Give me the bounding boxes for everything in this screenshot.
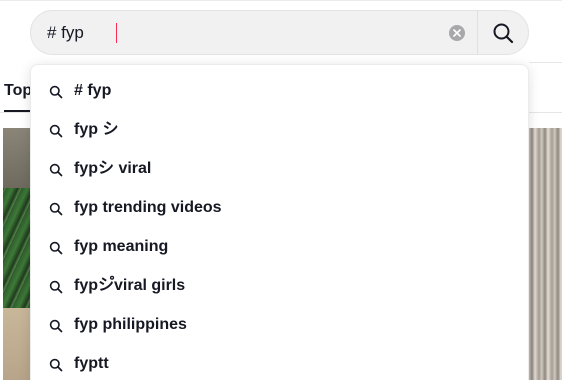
search-icon	[49, 124, 63, 138]
suggestion-label: fypシ゚viral girls	[74, 277, 186, 294]
clear-button[interactable]	[449, 25, 465, 41]
search-page: Top # fyp # fyp fyp シ fypシ viral fyp tre…	[0, 0, 562, 380]
header-divider	[529, 62, 562, 63]
suggestion-item[interactable]: # fyp	[31, 72, 528, 111]
search-button[interactable]	[478, 11, 529, 54]
search-icon	[493, 23, 514, 44]
search-suggestions-dropdown: # fyp fyp シ fypシ viral fyp trending vide…	[30, 64, 529, 380]
suggestion-item[interactable]: fyptt	[31, 345, 528, 380]
search-icon	[49, 85, 63, 99]
suggestion-label: fyp philippines	[74, 316, 187, 333]
suggestion-item[interactable]: fyp シ	[31, 111, 528, 150]
suggestion-label: fyp trending videos	[74, 199, 222, 216]
suggestion-item[interactable]: fyp trending videos	[31, 189, 528, 228]
search-icon	[49, 358, 63, 372]
clear-x-icon	[453, 29, 461, 37]
suggestion-item[interactable]: fyp meaning	[31, 228, 528, 267]
suggestion-label: fyptt	[74, 355, 109, 372]
search-icon	[49, 241, 63, 255]
search-icon	[49, 163, 63, 177]
suggestion-item[interactable]: fypシ viral	[31, 150, 528, 189]
search-icon	[49, 202, 63, 216]
search-icon	[49, 280, 63, 294]
suggestion-label: fyp シ	[74, 121, 119, 138]
video-thumbnail-right[interactable]	[529, 128, 562, 380]
suggestion-label: fyp meaning	[74, 238, 169, 255]
suggestion-item[interactable]: fypシ゚viral girls	[31, 267, 528, 306]
suggestion-label: fypシ viral	[74, 160, 152, 177]
suggestion-label: # fyp	[74, 82, 112, 99]
tab-top[interactable]: Top	[4, 82, 32, 100]
search-bar: # fyp	[30, 10, 529, 55]
search-input[interactable]: # fyp	[47, 23, 84, 43]
text-caret	[116, 23, 117, 43]
suggestion-item[interactable]: fyp philippines	[31, 306, 528, 345]
search-icon	[49, 319, 63, 333]
top-divider	[0, 0, 562, 1]
